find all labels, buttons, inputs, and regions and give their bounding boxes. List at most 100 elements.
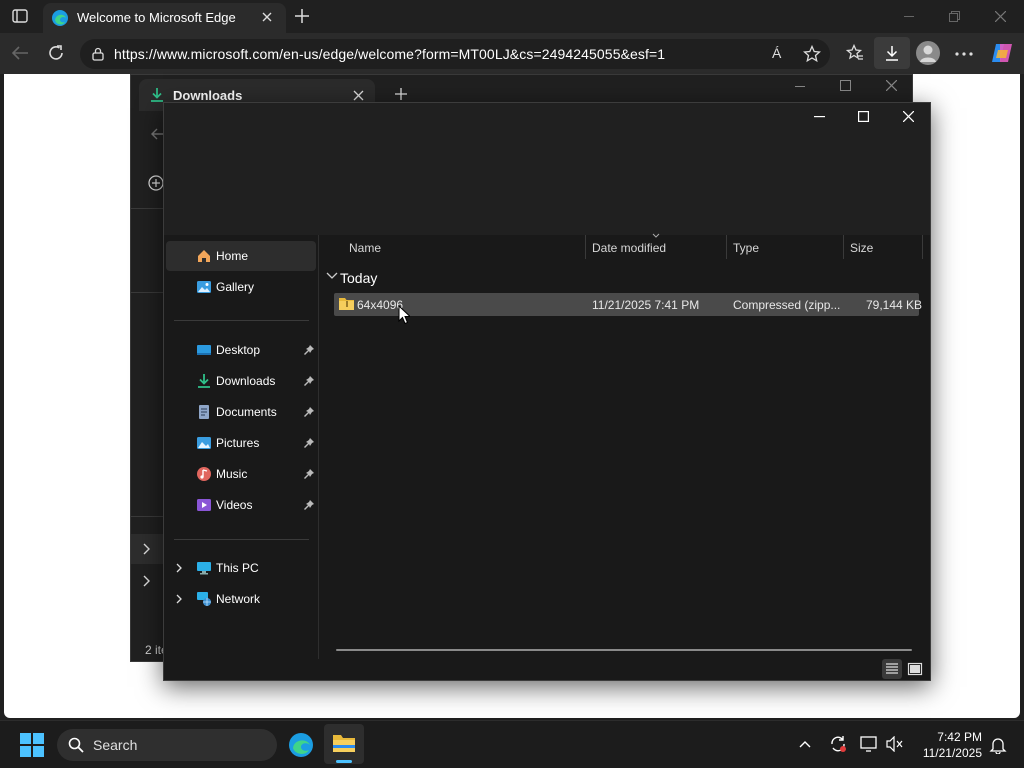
display-icon[interactable]	[860, 736, 878, 752]
nav-item-music[interactable]: Music	[166, 459, 316, 489]
group-collapse-icon[interactable]	[326, 272, 338, 280]
profile-avatar[interactable]	[916, 41, 940, 65]
volume-muted-icon[interactable]	[886, 736, 904, 752]
pin-icon[interactable]	[304, 500, 314, 510]
taskbar: Search 7:42 PM 11/21/2025	[0, 720, 1024, 768]
notifications-icon[interactable]	[989, 736, 1007, 754]
column-divider[interactable]	[726, 235, 727, 259]
read-aloud-icon[interactable]: Á	[772, 45, 781, 61]
zip-folder-icon	[338, 296, 355, 311]
minimize-icon[interactable]	[814, 116, 825, 118]
close-tab-icon[interactable]	[353, 90, 364, 101]
horizontal-scrollbar[interactable]	[336, 649, 912, 651]
edge-logo-icon	[51, 9, 69, 27]
navigation-pane: Home Gallery Desktop Downloads Documents…	[164, 235, 319, 659]
nav-item-documents[interactable]: Documents	[166, 397, 316, 427]
downloads-button[interactable]	[874, 37, 910, 69]
downloads-tab-icon	[149, 87, 165, 103]
active-app-indicator	[336, 760, 352, 763]
browser-tab[interactable]: Welcome to Microsoft Edge	[43, 3, 286, 33]
network-icon	[196, 591, 212, 607]
lock-icon[interactable]	[91, 47, 105, 61]
close-window-icon[interactable]	[995, 11, 1006, 22]
favorite-star-icon[interactable]	[803, 45, 821, 63]
column-header-name[interactable]: Name	[349, 241, 381, 255]
nav-item-downloads[interactable]: Downloads	[166, 366, 316, 396]
folder-icon	[332, 733, 356, 753]
refresh-icon[interactable]	[47, 44, 65, 62]
close-icon[interactable]	[903, 111, 914, 122]
show-hidden-icons-chevron[interactable]	[799, 740, 811, 748]
copilot-icon[interactable]	[990, 42, 1014, 64]
pictures-icon	[196, 435, 212, 451]
bg-divider	[131, 208, 163, 209]
sync-icon[interactable]	[829, 735, 847, 753]
column-header-type[interactable]: Type	[733, 241, 759, 255]
nav-item-this-pc[interactable]: This PC	[166, 553, 316, 583]
nav-label: Pictures	[216, 436, 260, 450]
bg-maximize-icon[interactable]	[840, 80, 851, 91]
bg-minimize-icon[interactable]	[795, 86, 805, 88]
nav-label: This PC	[216, 561, 259, 575]
bg-new-icon[interactable]	[148, 175, 164, 191]
tab-actions-icon[interactable]	[12, 8, 28, 24]
file-type: Compressed (zipp...	[733, 298, 841, 312]
tiles-view-button[interactable]	[905, 659, 925, 679]
system-clock[interactable]: 7:42 PM 11/21/2025	[912, 729, 982, 761]
taskbar-search[interactable]: Search	[57, 729, 277, 761]
bg-expand-network[interactable]	[131, 566, 163, 596]
windows-start-icon[interactable]	[20, 733, 44, 757]
column-header-date[interactable]: Date modified	[592, 241, 666, 255]
column-divider[interactable]	[585, 235, 586, 259]
column-header-size[interactable]: Size	[850, 241, 873, 255]
back-icon[interactable]	[11, 45, 29, 61]
search-icon	[68, 737, 84, 753]
desktop-icon	[196, 342, 212, 358]
new-tab-icon[interactable]	[294, 8, 310, 24]
pin-icon[interactable]	[304, 345, 314, 355]
bg-divider	[131, 292, 163, 293]
nav-item-network[interactable]: Network	[166, 584, 316, 614]
explorer-header	[164, 103, 930, 235]
details-view-button[interactable]	[882, 659, 902, 679]
nav-item-gallery[interactable]: Gallery	[166, 272, 316, 302]
nav-label: Desktop	[216, 343, 261, 357]
nav-label: Videos	[216, 498, 253, 512]
more-options-icon[interactable]	[955, 52, 973, 56]
browser-tab-title: Welcome to Microsoft Edge	[77, 10, 236, 25]
pin-icon[interactable]	[304, 376, 314, 386]
gallery-icon	[196, 279, 212, 295]
column-divider[interactable]	[922, 235, 923, 259]
restore-icon[interactable]	[949, 11, 960, 22]
nav-item-videos[interactable]: Videos	[166, 490, 316, 520]
pin-icon[interactable]	[304, 438, 314, 448]
close-tab-icon[interactable]	[261, 11, 273, 23]
file-row[interactable]: 64x4096 11/21/2025 7:41 PM Compressed (z…	[334, 293, 923, 316]
minimize-icon[interactable]	[904, 16, 914, 18]
file-explorer-taskbar-button[interactable]	[324, 724, 364, 764]
nav-item-home[interactable]: Home	[166, 241, 316, 271]
new-explorer-tab-icon[interactable]	[395, 88, 407, 100]
favorites-icon[interactable]	[846, 44, 864, 62]
pin-icon[interactable]	[304, 469, 314, 479]
file-date: 11/21/2025 7:41 PM	[592, 298, 700, 312]
nav-item-desktop[interactable]: Desktop	[166, 335, 316, 365]
file-size: 79,144 KB	[866, 298, 923, 312]
bg-expand-this-pc[interactable]	[131, 534, 163, 564]
clock-time: 7:42 PM	[937, 730, 982, 744]
pin-icon[interactable]	[304, 407, 314, 417]
nav-item-pictures[interactable]: Pictures	[166, 428, 316, 458]
tiles-view-icon	[907, 662, 923, 676]
address-bar[interactable]: https://www.microsoft.com/en-us/edge/wel…	[80, 39, 830, 69]
chevron-right-icon[interactable]	[175, 563, 183, 573]
nav-label: Documents	[216, 405, 277, 419]
group-header-today[interactable]: Today	[340, 270, 377, 286]
chevron-right-icon[interactable]	[175, 594, 183, 604]
download-icon	[883, 44, 901, 62]
maximize-icon[interactable]	[858, 111, 869, 122]
column-divider[interactable]	[843, 235, 844, 259]
bg-close-icon[interactable]	[886, 80, 897, 91]
edge-taskbar-icon[interactable]	[288, 732, 314, 758]
mouse-cursor-icon	[398, 305, 410, 325]
column-header-row: Name Date modified Type Size	[320, 233, 930, 259]
